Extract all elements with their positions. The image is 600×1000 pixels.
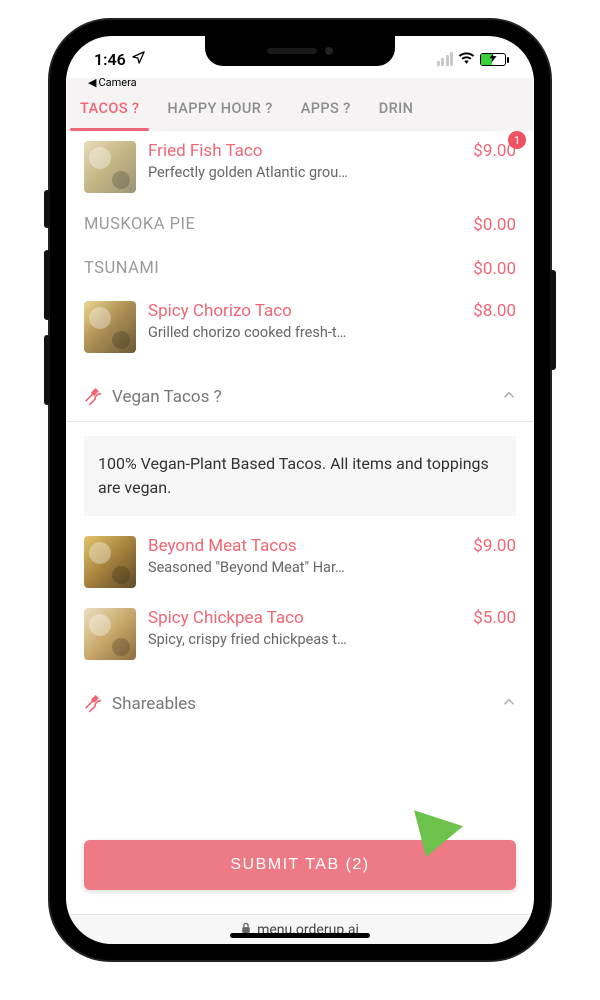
tutorial-arrow-icon	[392, 774, 484, 866]
section-title: Vegan Tacos ?	[112, 387, 222, 407]
menu-item[interactable]: Spicy Chorizo Taco Grilled chorizo cooke…	[84, 291, 516, 363]
home-indicator[interactable]	[230, 933, 370, 938]
item-name: Spicy Chickpea Taco	[148, 608, 461, 628]
item-price: $9.00	[473, 536, 516, 556]
menu-item[interactable]: Spicy Chickpea Taco Spicy, crispy fried …	[84, 598, 516, 670]
menu-item[interactable]: Beyond Meat Tacos Seasoned "Beyond Meat"…	[84, 526, 516, 598]
battery-icon	[480, 53, 506, 66]
item-name: TSUNAMI	[84, 259, 461, 278]
back-to-camera[interactable]: ◀ Camera	[88, 76, 137, 89]
notch	[205, 36, 395, 66]
item-description: Perfectly golden Atlantic grou…	[148, 164, 461, 181]
side-button	[44, 190, 50, 228]
menu-item[interactable]: MUSKOKA PIE $0.00	[84, 203, 516, 247]
chevron-up-icon	[502, 388, 516, 406]
menu-content[interactable]: Fried Fish Taco Perfectly golden Atlanti…	[66, 131, 534, 944]
screen: 1:46 ◀ Camera	[66, 36, 534, 944]
item-price: $0.00	[473, 215, 516, 235]
wifi-icon	[458, 50, 475, 68]
item-thumbnail	[84, 141, 136, 193]
power-button	[550, 270, 556, 370]
section-header-shareables[interactable]: Shareables	[84, 670, 516, 718]
chevron-up-icon	[502, 695, 516, 713]
item-price: $9.00 1	[473, 141, 516, 161]
item-price: $5.00	[473, 608, 516, 628]
tab-apps[interactable]: APPS ?	[287, 90, 365, 131]
item-thumbnail	[84, 536, 136, 588]
tab-drinks[interactable]: DRIN	[365, 90, 428, 131]
back-chevron-icon: ◀	[88, 76, 96, 89]
phone-frame: 1:46 ◀ Camera	[50, 20, 550, 960]
item-name: Fried Fish Taco	[148, 141, 461, 161]
tab-tacos[interactable]: TACOS ?	[66, 90, 153, 131]
cell-signal-icon	[437, 52, 454, 66]
item-thumbnail	[84, 301, 136, 353]
location-icon	[131, 50, 146, 69]
item-price: $0.00	[473, 259, 516, 279]
item-name: Beyond Meat Tacos	[148, 536, 461, 556]
section-title: Shareables	[112, 694, 196, 714]
section-header-vegan[interactable]: Vegan Tacos ?	[84, 363, 516, 421]
utensils-icon	[84, 695, 102, 713]
back-label: Camera	[98, 76, 136, 89]
item-thumbnail	[84, 608, 136, 660]
menu-item[interactable]: TSUNAMI $0.00	[84, 247, 516, 291]
item-price: $8.00	[473, 301, 516, 321]
volume-down-button	[44, 335, 50, 405]
divider	[66, 421, 534, 422]
item-description: Seasoned "Beyond Meat" Har…	[148, 559, 461, 576]
quantity-badge: 1	[508, 131, 526, 149]
item-name: MUSKOKA PIE	[84, 215, 461, 234]
browser-url-bar[interactable]: menu.orderup.ai	[66, 914, 534, 944]
section-description: 100% Vegan-Plant Based Tacos. All items …	[84, 436, 516, 516]
item-name: Spicy Chorizo Taco	[148, 301, 461, 321]
tab-happy-hour[interactable]: HAPPY HOUR ?	[153, 90, 286, 131]
status-time: 1:46	[94, 50, 126, 69]
menu-item[interactable]: Fried Fish Taco Perfectly golden Atlanti…	[84, 131, 516, 203]
volume-up-button	[44, 250, 50, 320]
utensils-icon	[84, 388, 102, 406]
item-description: Grilled chorizo cooked fresh-t…	[148, 324, 461, 341]
item-description: Spicy, crispy fried chickpeas t…	[148, 631, 461, 648]
